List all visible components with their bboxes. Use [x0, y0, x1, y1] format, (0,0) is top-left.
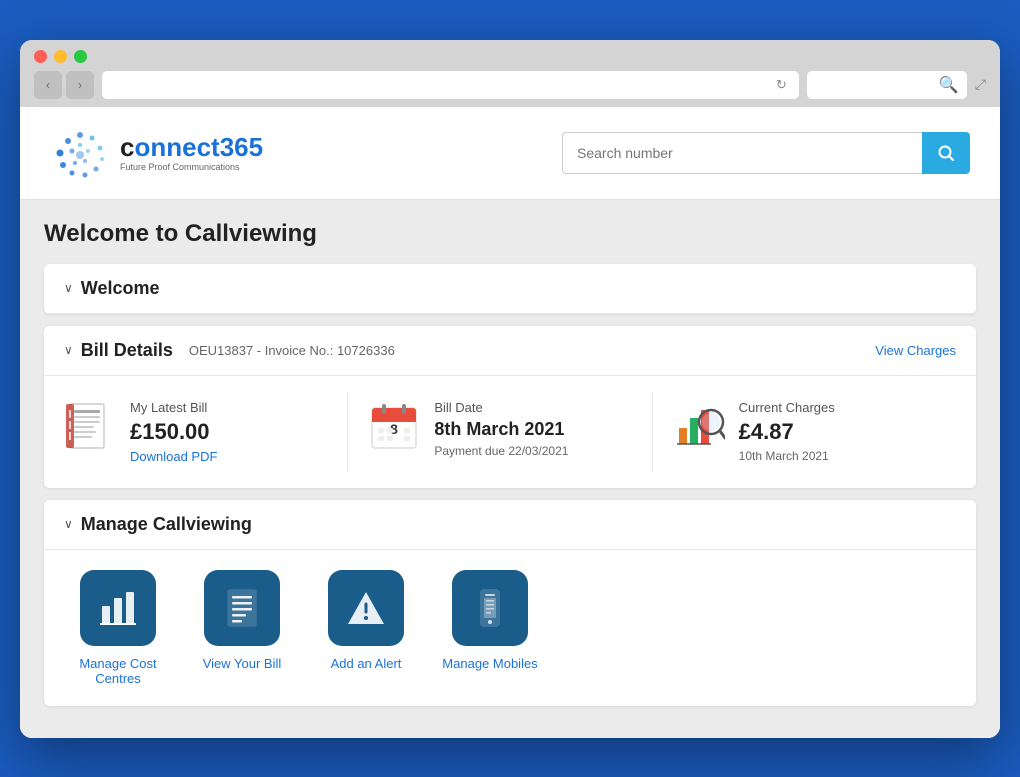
header-search: [562, 132, 970, 174]
bill-date-label: Bill Date: [434, 400, 568, 415]
cost-centres-label: Manage Cost Centres: [68, 656, 168, 686]
bill-card-date-info: Bill Date 8th March 2021 Payment due 22/…: [434, 400, 568, 458]
expand-button[interactable]: ⤢: [975, 76, 986, 93]
chrome-search-bar: 🔍: [807, 71, 967, 99]
main-content: Welcome to Callviewing ∨ Welcome ∨ Bill …: [20, 200, 1000, 738]
manage-mobiles[interactable]: Manage Mobiles: [440, 570, 540, 686]
forward-button[interactable]: ›: [66, 71, 94, 99]
search-number-input[interactable]: [562, 132, 922, 174]
current-charges-label: Current Charges: [739, 400, 835, 415]
bill-card-charges-info: Current Charges £4.87 10th March 2021: [739, 400, 835, 463]
bill-icon: [64, 400, 116, 452]
address-input[interactable]: [110, 78, 772, 92]
nav-buttons: ‹ ›: [34, 71, 94, 99]
manage-grid: Manage Cost Centres: [68, 570, 952, 686]
bill-header[interactable]: ∨ Bill Details OEU13837 - Invoice No.: 1…: [44, 326, 976, 376]
view-charges-link[interactable]: View Charges: [875, 343, 956, 358]
manage-title: Manage Callviewing: [81, 514, 252, 535]
address-bar: ↻: [102, 71, 799, 99]
cost-centres-icon: [80, 570, 156, 646]
manage-body: Manage Cost Centres: [44, 550, 976, 706]
current-charges-sub: 10th March 2021: [739, 449, 835, 463]
manage-view-bill[interactable]: View Your Bill: [192, 570, 292, 686]
close-button[interactable]: [34, 50, 47, 63]
manage-add-alert[interactable]: Add an Alert: [316, 570, 416, 686]
view-bill-label: View Your Bill: [203, 656, 282, 671]
back-button[interactable]: ‹: [34, 71, 62, 99]
browser-window: ‹ › ↻ 🔍 ⤢: [20, 40, 1000, 738]
latest-bill-icon: [66, 400, 114, 452]
browser-controls: ‹ › ↻ 🔍 ⤢: [34, 71, 986, 99]
welcome-title: Welcome: [81, 278, 160, 299]
manage-mobiles-label: Manage Mobiles: [442, 656, 537, 671]
bill-date-sub: Payment due 22/03/2021: [434, 444, 568, 458]
bar-chart-icon: [98, 588, 138, 628]
logo-icon: [50, 123, 110, 183]
maximize-button[interactable]: [74, 50, 87, 63]
manage-chevron: ∨: [64, 517, 73, 531]
page-title: Welcome to Callviewing: [44, 220, 976, 248]
bill-card-latest-info: My Latest Bill £150.00 Download PDF: [130, 400, 217, 464]
manage-mobiles-icon: [452, 570, 528, 646]
manage-cost-centres[interactable]: Manage Cost Centres: [68, 570, 168, 686]
welcome-chevron: ∨: [64, 281, 73, 295]
add-alert-icon: [328, 570, 404, 646]
document-icon: [222, 588, 262, 628]
site-header: connect365 Future Proof Communications: [20, 107, 1000, 200]
welcome-header[interactable]: ∨ Welcome: [44, 264, 976, 314]
bill-date-value: 8th March 2021: [434, 419, 568, 440]
charges-icon: [673, 400, 725, 452]
calendar-icon: 8: [368, 400, 420, 452]
manage-header[interactable]: ∨ Manage Callviewing: [44, 500, 976, 550]
logo-brand: connect365: [120, 134, 263, 160]
view-bill-icon: [204, 570, 280, 646]
bill-card-date: 8 Bill Date: [348, 392, 652, 472]
logo-tagline: Future Proof Communications: [120, 162, 263, 172]
bill-details-section: ∨ Bill Details OEU13837 - Invoice No.: 1…: [44, 326, 976, 488]
download-pdf-link[interactable]: Download PDF: [130, 449, 217, 464]
calendar-svg: 8: [370, 400, 418, 452]
logo-c: c: [120, 132, 134, 162]
mobile-icon: [470, 588, 510, 628]
logo-text: connect365 Future Proof Communications: [120, 134, 263, 172]
bill-chevron: ∨: [64, 343, 73, 357]
current-charges-value: £4.87: [739, 419, 835, 445]
logo-area: connect365 Future Proof Communications: [50, 123, 263, 183]
chrome-search-icon: 🔍: [939, 75, 959, 95]
search-icon: [937, 144, 955, 162]
search-number-button[interactable]: [922, 132, 970, 174]
chart-magnifier-svg: [673, 400, 725, 452]
add-alert-label: Add an Alert: [331, 656, 402, 671]
logo-onnect365: onnect365: [134, 132, 263, 162]
bill-cards: My Latest Bill £150.00 Download PDF: [44, 376, 976, 488]
bill-card-charges: Current Charges £4.87 10th March 2021: [653, 392, 956, 472]
traffic-lights: [34, 50, 986, 63]
bill-card-latest: My Latest Bill £150.00 Download PDF: [64, 392, 348, 472]
minimize-button[interactable]: [54, 50, 67, 63]
alert-icon: [346, 588, 386, 628]
latest-bill-value: £150.00: [130, 419, 217, 445]
manage-section: ∨ Manage Callviewing: [44, 500, 976, 706]
browser-chrome: ‹ › ↻ 🔍 ⤢: [20, 40, 1000, 107]
chrome-search-input[interactable]: [815, 78, 933, 92]
welcome-section: ∨ Welcome: [44, 264, 976, 314]
bill-subtitle: OEU13837 - Invoice No.: 10726336: [189, 343, 395, 358]
latest-bill-label: My Latest Bill: [130, 400, 217, 415]
reload-button[interactable]: ↻: [772, 77, 791, 93]
bill-title: Bill Details: [81, 340, 173, 361]
page-content: connect365 Future Proof Communications W…: [20, 107, 1000, 738]
